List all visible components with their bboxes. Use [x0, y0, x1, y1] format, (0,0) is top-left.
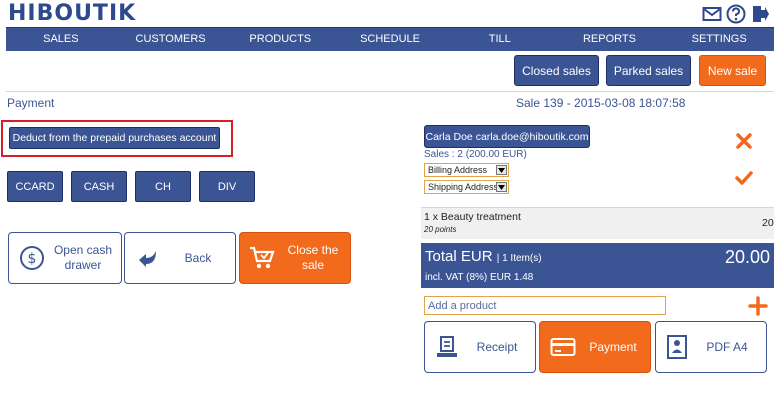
parked-sales-button[interactable]: Parked sales	[606, 55, 691, 86]
document-icon	[666, 334, 688, 360]
sale-line-name: 1 x Beauty treatment	[424, 211, 521, 223]
close-icon[interactable]	[734, 131, 754, 151]
divider	[6, 91, 774, 92]
deduct-prepaid-button[interactable]: Deduct from the prepaid purchases accoun…	[9, 127, 220, 149]
nav-settings[interactable]: SETTINGS	[664, 28, 774, 51]
open-cash-drawer-label: Open cash drawer	[53, 243, 113, 272]
nav-till[interactable]: TILL	[445, 28, 555, 51]
new-sale-button[interactable]: New sale	[699, 55, 766, 86]
chevron-down-icon	[496, 182, 507, 192]
nav-customers[interactable]: CUSTOMERS	[116, 28, 226, 51]
chevron-down-icon	[496, 165, 507, 175]
receipt-button[interactable]: Receipt	[424, 321, 536, 373]
cash-button[interactable]: CASH	[71, 171, 127, 202]
check-icon[interactable]	[734, 168, 754, 188]
customer-sales-count: Sales : 2 (200.00 EUR)	[424, 149, 527, 160]
total-label-wrap: Total EUR | 1 Item(s)	[425, 248, 542, 265]
logout-icon[interactable]	[750, 4, 770, 24]
svg-text:$: $	[28, 251, 37, 267]
payment-label: Payment	[589, 340, 637, 354]
total-value: 20.00	[724, 247, 770, 267]
customer-button[interactable]: Carla Doe carla.doe@hiboutik.com	[424, 125, 590, 148]
nav-sales[interactable]: SALES	[6, 28, 116, 51]
nav-products[interactable]: PRODUCTS	[225, 28, 335, 51]
plus-icon[interactable]	[748, 296, 768, 316]
pdf-a4-label: PDF A4	[706, 340, 748, 354]
total-items: | 1 Item(s)	[496, 253, 542, 264]
receipt-label: Receipt	[476, 340, 518, 354]
shipping-address-value: Shipping Address	[428, 182, 499, 192]
total-bar: Total EUR | 1 Item(s) 20.00 incl. VAT (8…	[421, 243, 774, 288]
total-label: Total EUR	[425, 248, 493, 265]
ccard-button[interactable]: CCARD	[7, 171, 63, 202]
ch-button[interactable]: CH	[135, 171, 191, 202]
close-sale-button[interactable]: Close the sale	[239, 232, 351, 284]
shipping-address-select[interactable]: Shipping Address	[424, 180, 509, 194]
header-icons	[702, 4, 770, 24]
mail-icon[interactable]	[702, 4, 722, 24]
div-button[interactable]: DIV	[199, 171, 255, 202]
main-nav: SALES CUSTOMERS PRODUCTS SCHEDULE TILL R…	[6, 27, 774, 51]
help-icon[interactable]	[726, 4, 746, 24]
nav-schedule[interactable]: SCHEDULE	[335, 28, 445, 51]
sale-line-price: 20	[762, 217, 774, 229]
back-arrow-icon	[135, 245, 161, 271]
billing-address-value: Billing Address	[428, 165, 488, 175]
back-label: Back	[184, 250, 212, 265]
cart-icon	[248, 244, 276, 272]
sale-info: Sale 139 - 2015-03-08 18:07:58	[516, 96, 686, 110]
back-button[interactable]: Back	[124, 232, 236, 284]
payment-button[interactable]: Payment	[539, 321, 651, 373]
dollar-icon: $	[19, 245, 45, 271]
open-cash-drawer-button[interactable]: $ Open cash drawer	[8, 232, 122, 284]
receipt-icon	[435, 335, 459, 359]
nav-reports[interactable]: REPORTS	[555, 28, 665, 51]
vat-line: incl. VAT (8%) EUR 1.48	[425, 272, 534, 283]
close-sale-label: Close the sale	[287, 243, 339, 272]
pdf-a4-button[interactable]: PDF A4	[655, 321, 767, 373]
add-product-input[interactable]	[424, 296, 666, 315]
sale-line-points: 20 points	[424, 225, 457, 234]
closed-sales-button[interactable]: Closed sales	[514, 55, 599, 86]
billing-address-select[interactable]: Billing Address	[424, 163, 509, 177]
app-logo: HIBOUTIK	[8, 1, 137, 26]
credit-card-icon	[550, 336, 576, 358]
payment-title: Payment	[7, 96, 55, 110]
